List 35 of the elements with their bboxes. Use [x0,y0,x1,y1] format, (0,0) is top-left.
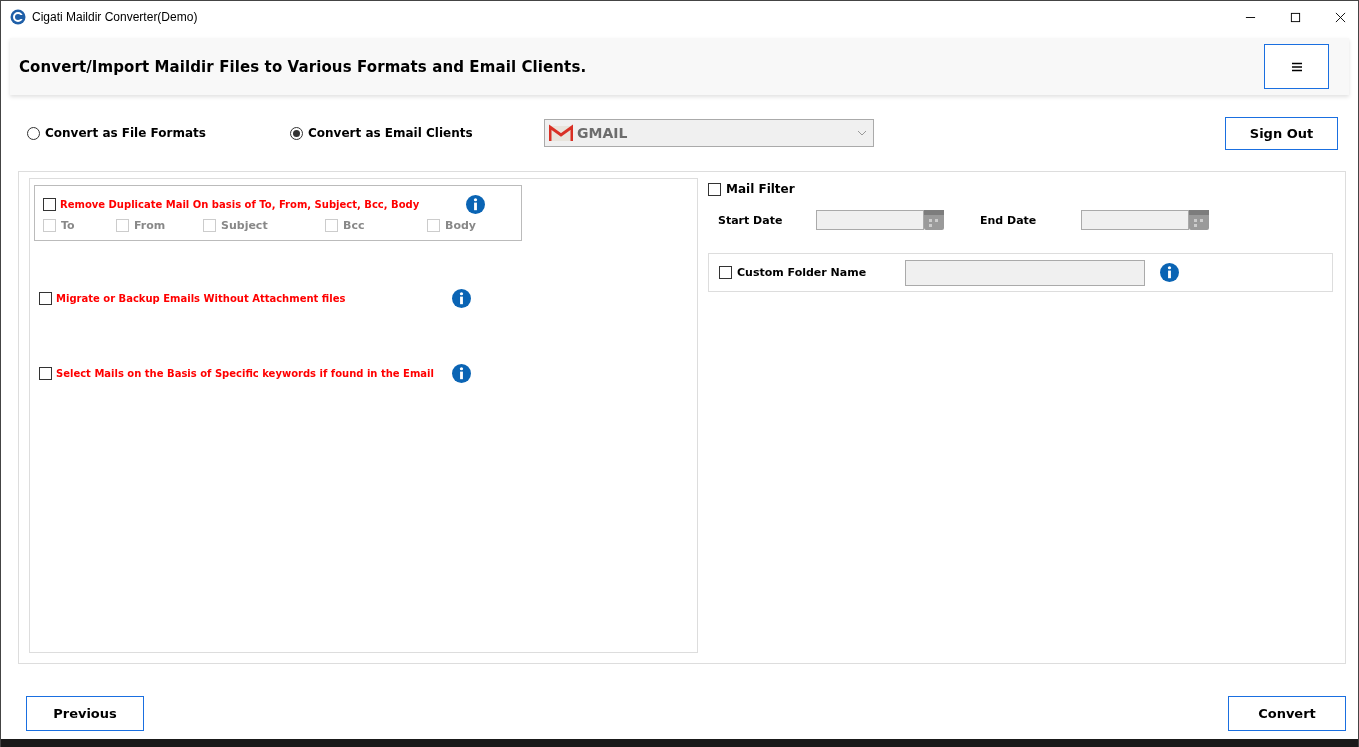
info-icon[interactable] [466,195,485,214]
info-icon[interactable] [452,364,471,383]
sign-out-button[interactable]: Sign Out [1225,116,1338,150]
start-date-label: Start Date [718,213,784,227]
custom-folder-label: Custom Folder Name [737,266,868,279]
app-logo-icon [10,9,26,25]
previous-button[interactable]: Previous [26,696,144,731]
option-label: Migrate or Backup Emails Without Attachment files [56,293,346,304]
radio-option[interactable]: Convert as File Formats [27,126,290,140]
convert-button[interactable]: Convert [1228,696,1346,731]
menu-icon [1290,61,1303,72]
header-title: Convert/Import Maildir Files to Various Formats and Email Clients. [19,57,587,76]
folder-name-field[interactable] [905,259,1145,286]
caret-icon [857,130,867,136]
calendar-icon[interactable] [1189,210,1209,230]
end-date-field[interactable] [1081,210,1189,230]
checkbox[interactable] [719,266,732,279]
checkbox[interactable] [708,182,721,196]
radio-option[interactable]: Convert as Email Clients [290,126,544,140]
calendar-icon[interactable] [924,210,944,230]
end-date-label: End Date [980,213,1038,227]
close-icon[interactable] [1335,11,1346,23]
info-icon[interactable] [1160,263,1179,282]
maximize-icon[interactable] [1290,11,1301,23]
checkbox[interactable] [39,367,52,380]
option-label: Select Mails on the Basis of Specific keywords if found in the Email [56,368,434,379]
window-title: Cigati Maildir Converter(Demo) [32,10,198,24]
mail-filter-label: Mail Filter [726,182,795,196]
menu-button[interactable] [1264,44,1329,89]
start-date-field[interactable] [816,210,924,230]
checkbox[interactable] [39,292,52,305]
option-label: Remove Duplicate Mail On basis of To, From, Subject, Bcc, Body [60,199,420,210]
checkbox[interactable] [43,198,56,211]
envelope-m-icon [549,124,573,142]
info-icon[interactable] [452,289,471,308]
